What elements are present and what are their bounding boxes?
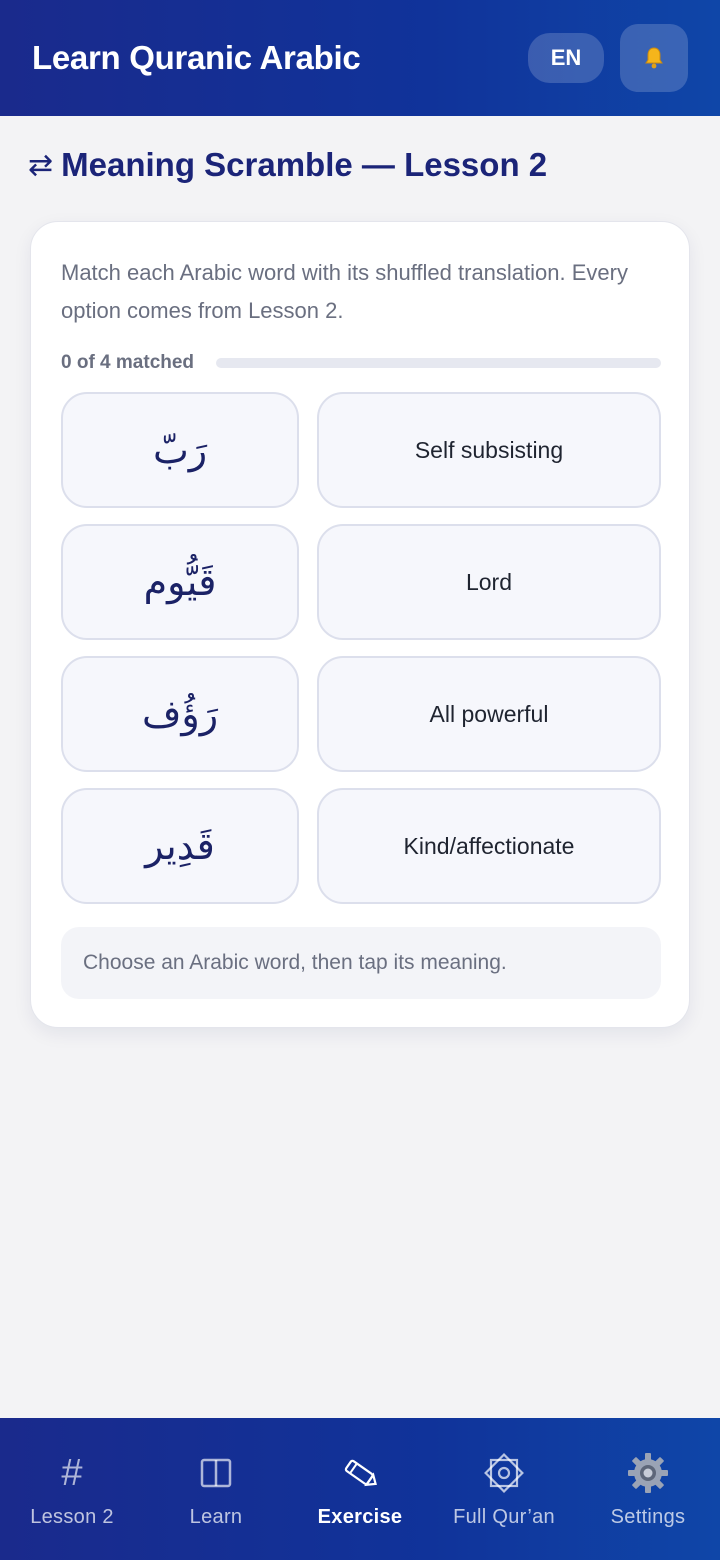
language-button[interactable]: EN [528,33,604,83]
arabic-word-tile[interactable]: رَؤُف [61,656,299,772]
meaning-tile[interactable]: Kind/affectionate [317,788,661,904]
pencil-icon [340,1450,380,1496]
nav-item-exercise[interactable]: Exercise [288,1418,432,1560]
gear-icon [626,1450,670,1496]
exercise-card: Match each Arabic word with its shuffled… [30,221,690,1028]
nav-item-label: Learn [189,1506,243,1528]
meaning-tile[interactable]: Self subsisting [317,392,661,508]
book-icon [200,1450,232,1496]
star-octagram-icon [481,1450,527,1496]
progress-bar [216,358,661,368]
arabic-word-tile[interactable]: رَبّ [61,392,299,508]
nav-item-settings[interactable]: Settings [576,1418,720,1560]
page-title-text: Meaning Scramble — Lesson 2 [61,146,548,183]
nav-item-label: Full Qur’an [453,1506,555,1528]
bell-icon [645,47,663,69]
app-header: Learn Quranic Arabic EN [0,0,720,116]
notifications-button[interactable] [620,24,688,92]
hash-icon: # [61,1451,83,1494]
swap-arrows-icon: ⇄ [28,148,54,182]
nav-item-label: Exercise [317,1506,403,1528]
nav-item-full-quran[interactable]: Full Qur’an [432,1418,576,1560]
instructions-text: Match each Arabic word with its shuffled… [61,260,628,323]
hint-box: Choose an Arabic word, then tap its mean… [61,927,661,999]
meaning-tile[interactable]: Lord [317,524,661,640]
nav-item-label: Settings [610,1506,686,1528]
meaning-tile[interactable]: All powerful [317,656,661,772]
page-title: ⇄ Meaning Scramble — Lesson 2 [28,146,547,184]
nav-item-label: Lesson 2 [30,1506,114,1528]
bottom-nav: # Lesson 2 Learn Exercise Full Qur’an Se… [0,1418,720,1560]
arabic-word-tile[interactable]: قَيُّوم [61,524,299,640]
nav-item-learn[interactable]: Learn [144,1418,288,1560]
nav-item-lesson[interactable]: # Lesson 2 [0,1418,144,1560]
arabic-word-tile[interactable]: قَدِير [61,788,299,904]
progress-row: 0 of 4 matched [61,352,661,374]
app-title: Learn Quranic Arabic [32,39,361,76]
progress-label: 0 of 4 matched [61,352,195,373]
